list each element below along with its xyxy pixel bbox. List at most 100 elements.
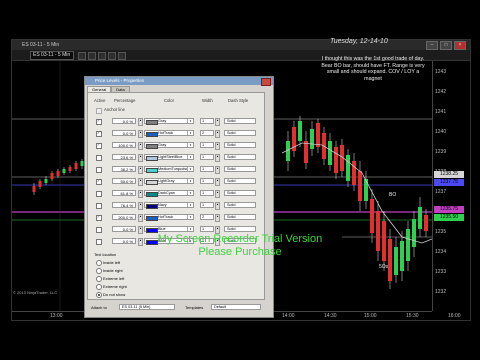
- level-active-checkbox[interactable]: [96, 227, 102, 233]
- level-color-select[interactable]: LightSteelBlue ▾: [144, 154, 194, 161]
- level-row: 61.8 % ▴ DarkCyan ▾ 1 ▴ Solid: [88, 189, 264, 198]
- zoom-tool-icon[interactable]: [88, 52, 96, 60]
- level-dash-select[interactable]: Solid: [224, 226, 256, 232]
- level-percentage-spinner[interactable]: ▴: [138, 166, 143, 174]
- level-percentage-spinner[interactable]: ▴: [138, 190, 143, 198]
- dialog-titlebar[interactable]: Price Levels - Properties: [85, 77, 273, 85]
- level-dash-select[interactable]: Solid: [224, 118, 256, 124]
- level-dash-select[interactable]: Solid: [224, 202, 256, 208]
- level-width-spinner[interactable]: ▴: [215, 190, 220, 198]
- level-percentage-spinner[interactable]: ▴: [138, 154, 143, 162]
- level-percentage-spinner[interactable]: ▴: [138, 214, 143, 222]
- level-active-checkbox[interactable]: [96, 130, 102, 137]
- level-width-select[interactable]: 1: [200, 142, 214, 148]
- level-percentage-input[interactable]: 76.4 %: [112, 202, 136, 208]
- level-dash-select[interactable]: Solid: [224, 166, 256, 172]
- level-width-spinner[interactable]: ▴: [215, 142, 220, 150]
- chevron-down-icon: ▾: [187, 131, 193, 135]
- level-width-select[interactable]: 1: [200, 226, 214, 232]
- level-width-spinner[interactable]: ▴: [215, 130, 220, 138]
- level-color-select[interactable]: Navy ▾: [144, 202, 194, 209]
- level-width-select[interactable]: 1: [200, 190, 214, 196]
- level-active-checkbox[interactable]: [96, 118, 102, 125]
- level-percentage-input[interactable]: 0.0 %: [112, 226, 136, 232]
- level-width-select[interactable]: 1: [200, 202, 214, 208]
- level-percentage-input[interactable]: 61.8 %: [112, 190, 136, 196]
- level-dash-select[interactable]: Solid: [224, 214, 256, 220]
- level-active-checkbox[interactable]: [96, 239, 102, 245]
- level-dash-select[interactable]: Solid: [224, 130, 256, 136]
- level-width-select[interactable]: 1: [200, 118, 214, 124]
- anchor-checkbox[interactable]: [96, 108, 102, 114]
- chart-date: Tuesday, 12-14-10: [330, 38, 388, 45]
- level-percentage-spinner[interactable]: ▴: [138, 178, 143, 186]
- level-color-select[interactable]: HotTrack ▾: [144, 130, 194, 137]
- level-width-select[interactable]: 1: [200, 154, 214, 160]
- instrument-selector[interactable]: ES 03-11 - 5 Min: [30, 51, 74, 60]
- recorder-watermark: My Screen Recorder Trial Version Please …: [120, 233, 360, 259]
- text-location-radio[interactable]: [96, 260, 102, 266]
- color-name: Navy: [158, 203, 167, 207]
- level-percentage-spinner[interactable]: ▴: [138, 142, 143, 150]
- level-active-checkbox[interactable]: [96, 214, 102, 221]
- chart-label-5os: 5Os: [379, 264, 389, 270]
- level-width-spinner[interactable]: ▴: [215, 118, 220, 126]
- level-width-spinner[interactable]: ▴: [215, 154, 220, 162]
- time-tick-label: 15:00: [364, 313, 377, 319]
- level-dash-select[interactable]: Solid: [224, 190, 256, 196]
- text-location-radio[interactable]: [96, 292, 102, 298]
- level-color-select[interactable]: DarkCyan ▾: [144, 190, 194, 197]
- level-dash-select[interactable]: Solid: [224, 154, 256, 160]
- templates-select[interactable]: Default: [211, 304, 261, 310]
- bars-tool-icon[interactable]: [78, 52, 86, 60]
- color-swatch: [146, 204, 158, 209]
- level-active-checkbox[interactable]: [96, 155, 102, 161]
- level-width-spinner[interactable]: ▴: [215, 166, 220, 174]
- text-location-radio[interactable]: [96, 284, 102, 290]
- minimize-button[interactable]: –: [426, 41, 438, 50]
- level-percentage-input[interactable]: 200.0 %: [112, 214, 136, 220]
- level-active-checkbox[interactable]: [96, 191, 102, 197]
- level-percentage-input[interactable]: 100.0 %: [112, 142, 136, 148]
- dialog-close-icon[interactable]: [261, 78, 271, 86]
- level-dash-select[interactable]: Solid: [224, 142, 256, 148]
- properties-tool-icon[interactable]: [118, 52, 126, 60]
- level-width-select[interactable]: 1: [200, 178, 214, 184]
- level-active-checkbox[interactable]: [96, 142, 102, 149]
- maximize-button[interactable]: □: [440, 41, 452, 50]
- text-location-radio[interactable]: [96, 276, 102, 282]
- level-active-checkbox[interactable]: [96, 203, 102, 209]
- level-width-select[interactable]: 2: [200, 130, 214, 136]
- level-color-select[interactable]: Gray ▾: [144, 142, 194, 149]
- level-percentage-spinner[interactable]: ▴: [138, 118, 143, 126]
- level-active-checkbox[interactable]: [96, 167, 102, 173]
- level-color-select[interactable]: HotTrack ▾: [144, 214, 194, 221]
- level-width-select[interactable]: 2: [200, 214, 214, 220]
- level-color-select[interactable]: Gray ▾: [144, 118, 194, 125]
- level-width-spinner[interactable]: ▴: [215, 214, 220, 222]
- level-percentage-spinner[interactable]: ▴: [138, 202, 143, 210]
- price-tick-label: 1233: [435, 269, 447, 275]
- level-percentage-input[interactable]: 0.0 %: [112, 130, 136, 136]
- level-color-select[interactable]: Blue ▾: [144, 226, 194, 233]
- attach-to-select[interactable]: ES 03-11 (5 Min): [119, 304, 175, 310]
- candle-body: [50, 173, 54, 179]
- level-active-checkbox[interactable]: [96, 178, 102, 185]
- indicator-tool-icon[interactable]: [108, 52, 116, 60]
- level-color-select[interactable]: LightGray ▾: [144, 178, 194, 185]
- level-dash-select[interactable]: Solid: [224, 178, 256, 184]
- level-percentage-input[interactable]: 38.2 %: [112, 166, 136, 172]
- draw-tool-icon[interactable]: [98, 52, 106, 60]
- level-percentage-input[interactable]: 23.6 %: [112, 154, 136, 160]
- level-percentage-input[interactable]: 50.0 %: [112, 178, 136, 184]
- price-marker-badge: 1238.25: [434, 171, 464, 178]
- level-width-spinner[interactable]: ▴: [215, 202, 220, 210]
- text-location-radio[interactable]: [96, 268, 102, 274]
- level-percentage-input[interactable]: 0.0 %: [112, 118, 136, 124]
- level-percentage-spinner[interactable]: ▴: [138, 130, 143, 138]
- level-width-select[interactable]: 1: [200, 166, 214, 172]
- window-titlebar[interactable]: ES 03-11 - 5 Min – □ ×: [12, 40, 470, 50]
- level-width-spinner[interactable]: ▴: [215, 178, 220, 186]
- close-button[interactable]: ×: [454, 41, 466, 50]
- level-color-select[interactable]: MediumTurquoise ▾: [144, 166, 194, 173]
